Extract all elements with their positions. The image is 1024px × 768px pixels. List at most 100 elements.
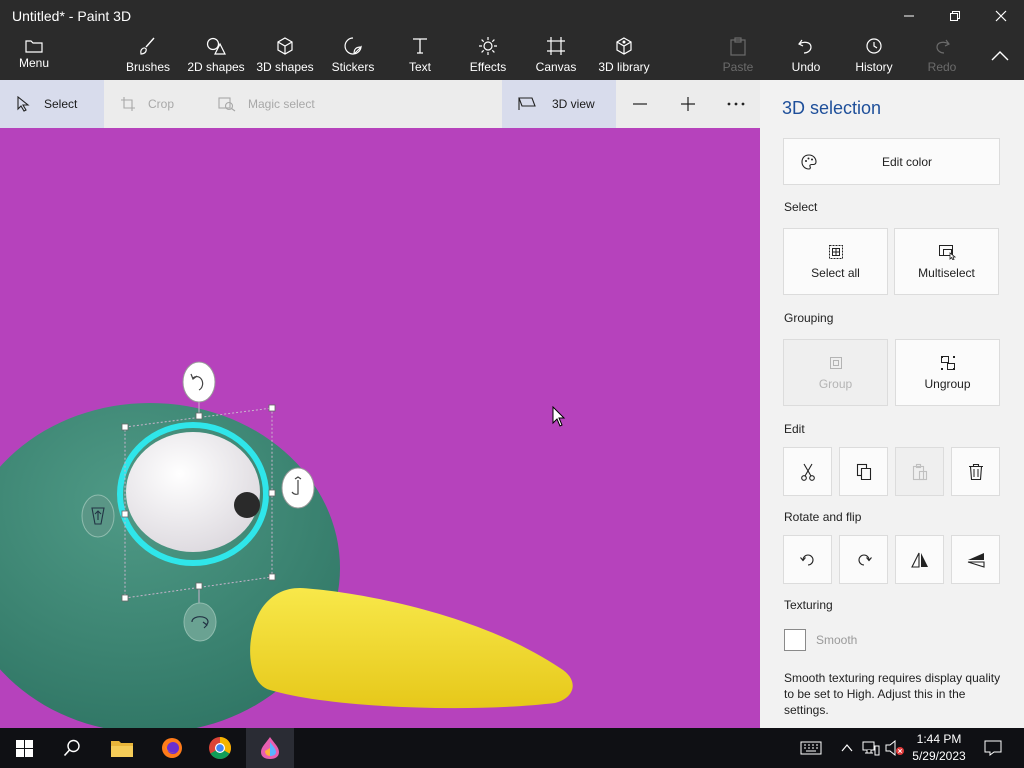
effects-button[interactable]: Effects: [466, 32, 510, 80]
sticker-icon: [343, 35, 363, 57]
magic-select-tool[interactable]: Magic select: [202, 80, 342, 128]
select-section-label: Select: [784, 200, 818, 214]
multiselect-icon: [938, 244, 956, 260]
flip-vertical-button[interactable]: [951, 535, 1000, 584]
rotate-left-button[interactable]: [783, 535, 832, 584]
minimize-button[interactable]: [886, 0, 932, 32]
chevron-up-icon: [991, 51, 1009, 61]
collapse-ribbon-button[interactable]: [984, 32, 1016, 80]
folder-icon: [25, 38, 43, 54]
firefox-icon: [162, 738, 182, 758]
brushes-button[interactable]: Brushes: [120, 32, 176, 80]
select-tool[interactable]: Select: [0, 80, 104, 128]
history-button[interactable]: History: [850, 32, 898, 80]
2d-shapes-button[interactable]: 2D shapes: [186, 32, 246, 80]
3d-view-label: 3D view: [552, 97, 595, 111]
magic-select-icon: [218, 96, 236, 112]
palette-icon: [800, 153, 818, 171]
text-button[interactable]: Text: [400, 32, 440, 80]
firefox-button[interactable]: [148, 728, 196, 768]
menu-label: Menu: [18, 56, 50, 70]
texturing-section-label: Texturing: [784, 598, 833, 612]
cube-icon: [275, 35, 295, 57]
copy-button[interactable]: [839, 447, 888, 496]
file-explorer-button[interactable]: [98, 728, 146, 768]
action-center-keyboard-button[interactable]: [794, 728, 828, 768]
start-button[interactable]: [0, 728, 48, 768]
clock[interactable]: 1:44 PM 5/29/2023: [908, 731, 970, 765]
rotate-right-icon: [857, 553, 872, 566]
3d-view-toggle[interactable]: 3D view: [502, 80, 616, 128]
3d-library-label: 3D library: [598, 60, 650, 74]
brush-icon: [138, 35, 158, 57]
rotate-left-icon: [799, 553, 814, 566]
redo-button[interactable]: Redo: [922, 32, 962, 80]
select-all-button[interactable]: Select all: [783, 228, 888, 295]
rotate-z-handle[interactable]: [182, 361, 216, 403]
group-icon: [828, 355, 844, 371]
minimize-icon: [904, 15, 914, 17]
menu-button[interactable]: Menu: [14, 32, 54, 80]
zoom-out-button[interactable]: [622, 80, 658, 128]
ungroup-button[interactable]: Ungroup: [895, 339, 1000, 406]
chevron-up-icon: [841, 744, 853, 752]
text-icon: [411, 35, 429, 57]
crop-tool[interactable]: Crop: [104, 80, 200, 128]
redo-icon: [932, 35, 952, 57]
volume-button[interactable]: [884, 728, 906, 768]
depth-handle[interactable]: [81, 494, 115, 538]
rotate-right-button[interactable]: [839, 535, 888, 584]
search-button[interactable]: [48, 728, 96, 768]
canvas-button[interactable]: Canvas: [534, 32, 578, 80]
paste-panel-button[interactable]: [895, 447, 944, 496]
paste-label: Paste: [722, 60, 754, 74]
edit-section-label: Edit: [784, 422, 805, 436]
chrome-button[interactable]: [196, 728, 244, 768]
more-icon: [727, 102, 745, 106]
rotate-x-handle[interactable]: [183, 602, 217, 642]
ribbon: Menu Brushes 2D shapes 3D shapes Sticker…: [0, 32, 1024, 80]
taskbar: 1:44 PM 5/29/2023: [0, 728, 1024, 768]
copy-icon: [856, 463, 871, 480]
redo-label: Redo: [927, 60, 957, 74]
restore-button[interactable]: [932, 0, 978, 32]
selected-eye[interactable]: [117, 422, 269, 566]
multiselect-label: Multiselect: [918, 265, 975, 280]
flip-horizontal-button[interactable]: [895, 535, 944, 584]
network-button[interactable]: [860, 728, 882, 768]
history-label: History: [855, 60, 893, 74]
flip-vertical-icon: [967, 552, 985, 568]
zoom-in-button[interactable]: [670, 80, 706, 128]
cut-button[interactable]: [783, 447, 832, 496]
history-icon: [864, 35, 884, 57]
clock-time: 1:44 PM: [916, 732, 962, 746]
stickers-button[interactable]: Stickers: [326, 32, 380, 80]
rotate-y-handle[interactable]: [281, 467, 315, 509]
smooth-checkbox[interactable]: [784, 629, 806, 651]
crop-icon: [120, 96, 136, 112]
paint-3d-taskbar-button[interactable]: [246, 728, 294, 768]
3d-shapes-button[interactable]: 3D shapes: [254, 32, 316, 80]
notifications-button[interactable]: [978, 728, 1008, 768]
panel-title: 3D selection: [782, 98, 882, 118]
network-icon: [862, 741, 880, 756]
undo-button[interactable]: Undo: [786, 32, 826, 80]
edit-color-button[interactable]: Edit color: [783, 138, 1000, 185]
ungroup-label: Ungroup: [924, 376, 971, 391]
rotate-flip-section-label: Rotate and flip: [784, 510, 862, 524]
bird-beak[interactable]: [250, 588, 573, 709]
search-icon: [63, 739, 80, 757]
grouping-section-label: Grouping: [784, 311, 834, 325]
text-label: Text: [408, 60, 431, 74]
select-all-icon: [828, 244, 844, 260]
multiselect-button[interactable]: Multiselect: [894, 228, 999, 295]
3d-shapes-label: 3D shapes: [256, 60, 314, 74]
close-button[interactable]: [978, 0, 1024, 32]
show-hidden-icons-button[interactable]: [838, 728, 856, 768]
paste-button[interactable]: Paste: [718, 32, 758, 80]
delete-button[interactable]: [951, 447, 1000, 496]
more-options-button[interactable]: [718, 80, 754, 128]
3d-library-button[interactable]: 3D library: [596, 32, 652, 80]
group-button[interactable]: Group: [783, 339, 888, 406]
drawing-canvas[interactable]: [0, 128, 760, 728]
